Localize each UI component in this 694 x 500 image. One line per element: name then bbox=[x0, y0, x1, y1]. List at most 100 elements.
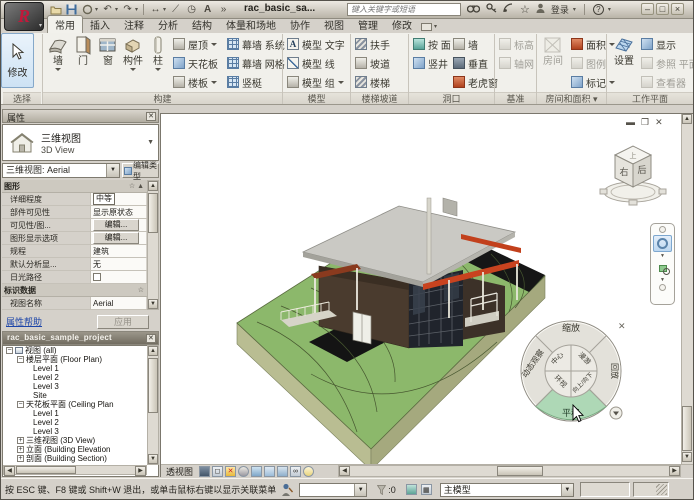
ceiling-button[interactable]: 天花板 bbox=[173, 54, 218, 72]
exclude-options-icon[interactable]: ▦ bbox=[421, 484, 432, 495]
worksets-combo[interactable]: ▼ bbox=[299, 483, 367, 497]
column-button[interactable]: 柱 bbox=[145, 35, 171, 90]
filter-icon[interactable] bbox=[377, 485, 386, 495]
tree-expander[interactable] bbox=[17, 455, 24, 462]
scroll-left-icon[interactable]: ◀ bbox=[339, 466, 350, 476]
sign-in-person-icon[interactable] bbox=[536, 3, 545, 16]
scroll-left-icon[interactable]: ◀ bbox=[4, 466, 15, 476]
compass-east-tab[interactable] bbox=[659, 189, 666, 194]
scroll-right-icon[interactable]: ▶ bbox=[135, 466, 146, 476]
aligned-dimension-icon[interactable]: ⟋ bbox=[169, 3, 182, 16]
wall-button[interactable]: 墙 bbox=[45, 35, 71, 90]
model-text-button[interactable]: A模型 文字 bbox=[287, 35, 345, 53]
chevron-down-icon[interactable]: ▼ bbox=[147, 139, 154, 146]
crop-region-icon[interactable] bbox=[264, 466, 275, 477]
tab-view[interactable]: 视图 bbox=[317, 16, 351, 33]
steering-wheel[interactable]: 缩放 平移 动态观察 回放 中心 漫游 环视 向上/向下 ✕ bbox=[515, 313, 633, 429]
curtain-grid-button[interactable]: 幕墙 网格 bbox=[227, 54, 285, 72]
tree-expander[interactable] bbox=[6, 347, 13, 354]
tree-item[interactable]: Level 2 bbox=[3, 373, 158, 382]
view-name-value[interactable]: Aerial bbox=[90, 297, 146, 309]
legend-button[interactable]: 图例 bbox=[571, 54, 606, 72]
wheel-close-icon[interactable]: ✕ bbox=[618, 321, 626, 331]
grid-button[interactable]: 轴网 bbox=[499, 54, 534, 72]
tab-annotate[interactable]: 注释 bbox=[117, 16, 151, 33]
resize-grip[interactable] bbox=[656, 484, 667, 495]
scroll-thumb[interactable] bbox=[16, 466, 76, 474]
floor-button[interactable]: 楼板 bbox=[173, 73, 217, 91]
chevron-down-icon[interactable]: ▾ bbox=[95, 6, 98, 13]
ramp-button[interactable]: 坡道 bbox=[355, 54, 390, 72]
view-size-icon[interactable] bbox=[199, 466, 210, 477]
sign-in-label[interactable]: 登录 bbox=[551, 3, 569, 16]
dormer-opening-button[interactable]: 老虎窗 bbox=[453, 73, 498, 91]
drawing-hscrollbar[interactable]: ◀ ▶ bbox=[338, 465, 681, 477]
view-scale-label[interactable]: 透视图 bbox=[166, 465, 193, 478]
drawing-vscrollbar[interactable]: ▲ ▼ bbox=[681, 114, 693, 464]
tag-by-category-icon[interactable]: ◷ bbox=[185, 3, 198, 16]
tree-expander[interactable] bbox=[17, 401, 24, 408]
favorites-star-icon[interactable]: ☆ bbox=[520, 3, 530, 16]
scroll-thumb[interactable] bbox=[497, 466, 543, 476]
viewcube[interactable]: 上 右 后 bbox=[597, 129, 669, 215]
window-button[interactable]: 窗 bbox=[95, 35, 121, 90]
browser-hscrollbar[interactable]: ◀ ▶ bbox=[3, 465, 147, 475]
crop-view-icon[interactable] bbox=[251, 466, 262, 477]
model-group-button[interactable]: 模型 组 bbox=[287, 73, 344, 91]
minimize-icon[interactable]: – bbox=[641, 3, 654, 15]
collapse-icon[interactable]: ☆ bbox=[138, 286, 144, 294]
search-binoculars-icon[interactable] bbox=[467, 4, 480, 16]
tag-button[interactable]: 标记 bbox=[571, 73, 615, 91]
show-work-plane-button[interactable]: 显示 bbox=[641, 35, 676, 53]
help-icon[interactable]: ? bbox=[593, 4, 604, 15]
close-icon[interactable]: ✕ bbox=[146, 334, 156, 343]
tree-item[interactable]: 楼层平面 (Floor Plan) bbox=[3, 355, 158, 364]
sync-icon[interactable] bbox=[81, 3, 94, 16]
tab-analyze[interactable]: 分析 bbox=[151, 16, 185, 33]
stair-button[interactable]: 楼梯 bbox=[355, 73, 390, 91]
parts-visibility-value[interactable]: 显示原状态 bbox=[90, 206, 146, 218]
close-icon[interactable]: × bbox=[671, 3, 684, 15]
search-input[interactable] bbox=[347, 3, 461, 16]
text-icon[interactable]: A bbox=[201, 3, 214, 16]
tree-item[interactable]: Level 3 bbox=[3, 382, 158, 391]
scroll-down-icon[interactable]: ▼ bbox=[682, 452, 692, 462]
subscription-key-icon[interactable] bbox=[486, 3, 497, 16]
viewer-button[interactable]: 查看器 bbox=[641, 73, 686, 91]
tab-massing-site[interactable]: 体量和场地 bbox=[219, 16, 283, 33]
tab-manage[interactable]: 管理 bbox=[351, 16, 385, 33]
tree-item[interactable]: 剖面 (Building Section) bbox=[3, 454, 158, 463]
reference-plane-button[interactable]: 参照 平面 bbox=[641, 54, 694, 72]
tree-expander[interactable] bbox=[17, 446, 24, 453]
level-button[interactable]: 标高 bbox=[499, 35, 534, 53]
navbar-handle-icon[interactable] bbox=[659, 226, 666, 233]
zoom-button[interactable] bbox=[653, 260, 672, 276]
shaft-opening-button[interactable]: 竖井 bbox=[413, 54, 448, 72]
tree-item[interactable]: Level 1 bbox=[3, 364, 158, 373]
close-icon[interactable]: ✕ bbox=[146, 112, 156, 121]
properties-help-link[interactable]: 属性帮助 bbox=[6, 315, 42, 328]
tab-modify[interactable]: 修改 bbox=[385, 16, 419, 33]
scroll-down-icon[interactable]: ▼ bbox=[148, 299, 158, 309]
shadows-icon[interactable] bbox=[238, 466, 249, 477]
property-group-identity[interactable]: 标识数据☆ bbox=[2, 284, 147, 297]
properties-scrollbar[interactable]: ▲ ▼ bbox=[147, 180, 159, 310]
sun-path-icon[interactable]: ✕ bbox=[225, 466, 236, 477]
view-restore-icon[interactable]: ❐ bbox=[641, 117, 649, 128]
scroll-up-icon[interactable]: ▲ bbox=[148, 181, 158, 191]
tab-insert[interactable]: 插入 bbox=[83, 16, 117, 33]
sun-path-checkbox[interactable] bbox=[93, 273, 101, 281]
restore-icon[interactable]: □ bbox=[656, 3, 669, 15]
tree-expander[interactable] bbox=[17, 437, 24, 444]
tab-collaborate[interactable]: 协作 bbox=[283, 16, 317, 33]
chevron-down-icon[interactable]: ▾ bbox=[608, 6, 611, 13]
browser-vscrollbar[interactable]: ▲ ▼ bbox=[147, 345, 159, 465]
modify-button[interactable]: 修改 bbox=[1, 33, 34, 88]
opening-by-face-button[interactable]: 按 面 bbox=[413, 35, 451, 53]
component-button[interactable]: 构件 bbox=[120, 35, 146, 90]
chevron-down-icon[interactable]: ▾ bbox=[573, 6, 576, 13]
door-button[interactable]: 门 bbox=[70, 35, 96, 90]
apply-button[interactable]: 应用 bbox=[97, 315, 149, 329]
wheel-zoom-label[interactable]: 缩放 bbox=[562, 322, 580, 333]
unlocked-view-icon[interactable] bbox=[277, 466, 288, 477]
